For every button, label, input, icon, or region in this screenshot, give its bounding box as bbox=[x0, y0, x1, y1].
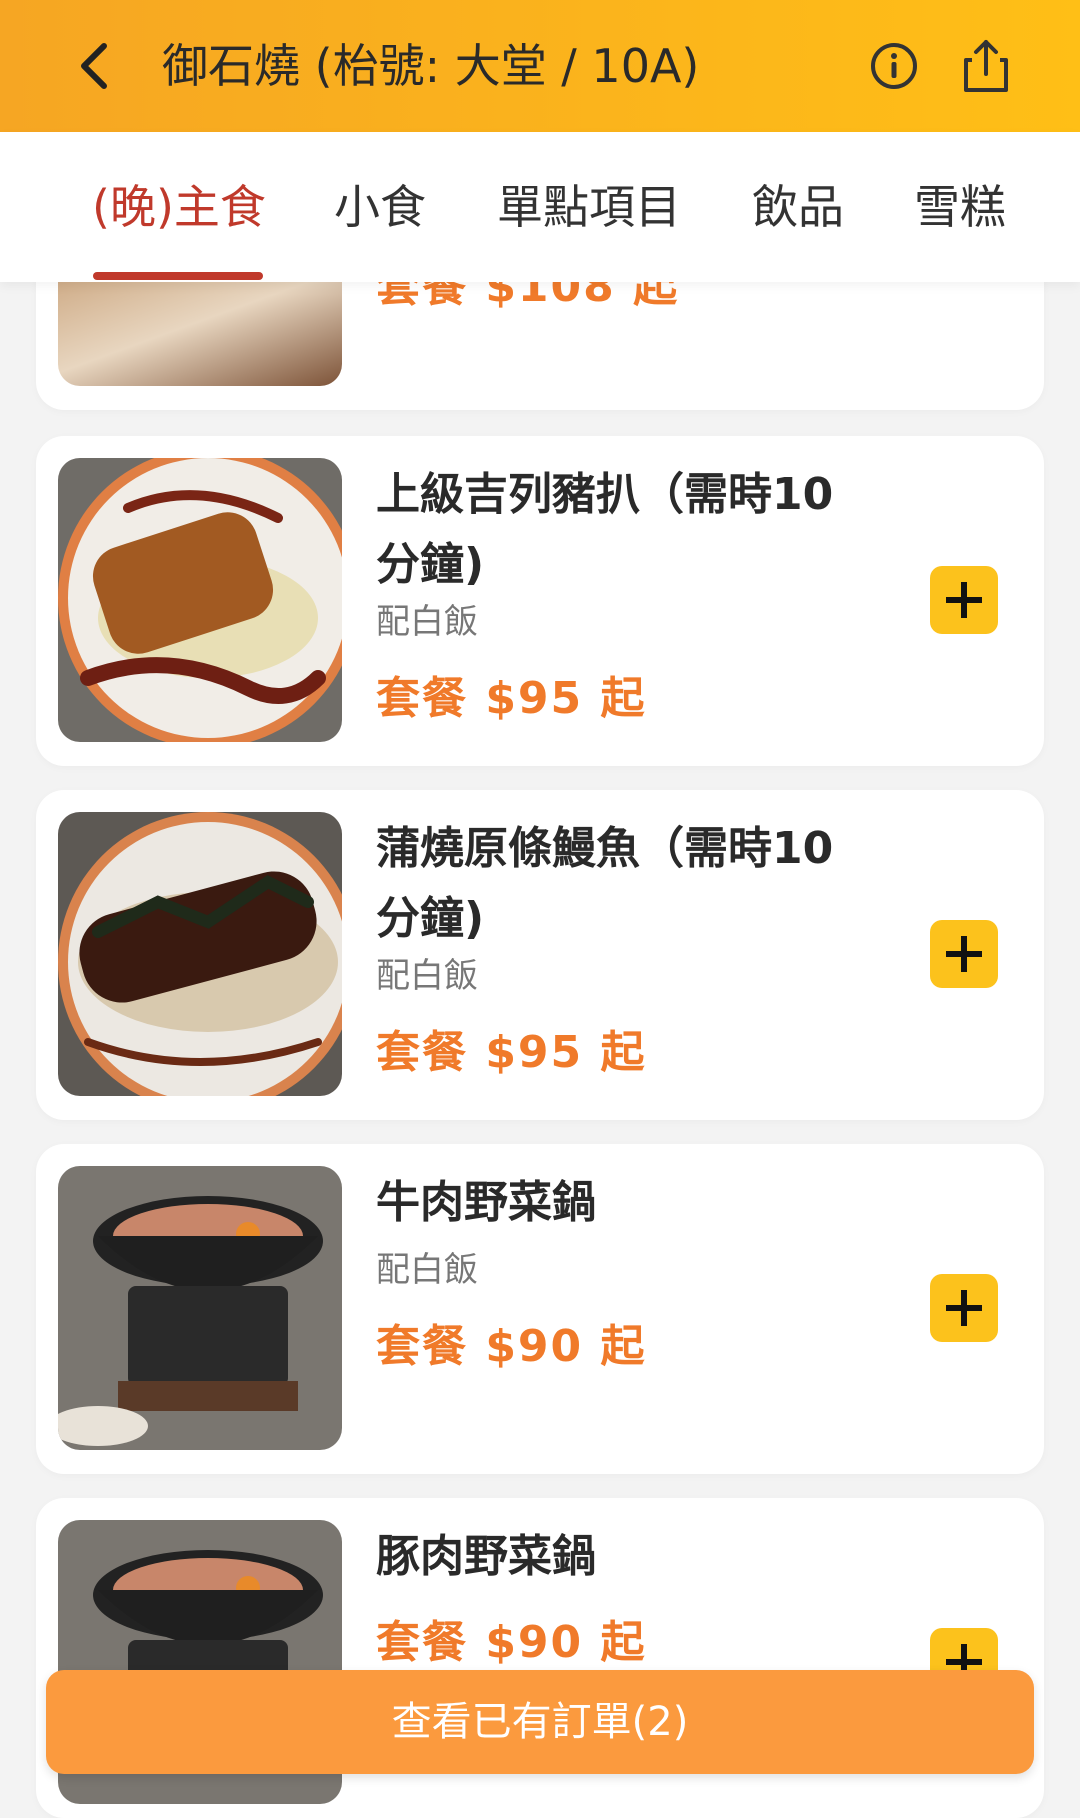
active-tab-indicator bbox=[93, 272, 263, 280]
item-description: 配白飯 bbox=[376, 956, 478, 996]
item-description: 配白飯 bbox=[376, 602, 478, 642]
page-title: 御石燒 (枱號: 大堂 / 10A) bbox=[162, 39, 700, 93]
info-icon bbox=[871, 43, 917, 89]
add-item-button[interactable] bbox=[930, 1274, 998, 1342]
top-bar: 御石燒 (枱號: 大堂 / 10A) bbox=[0, 0, 1080, 132]
item-name: 豚肉野菜鍋 bbox=[376, 1531, 596, 1582]
category-tabs: (晚)主食 小食 單點項目 飲品 雪糕 bbox=[0, 132, 1080, 282]
item-price: 套餐 $95 起 bbox=[376, 673, 647, 724]
tab-dinner-main[interactable]: (晚)主食 bbox=[92, 172, 266, 242]
item-price: 套餐 $90 起 bbox=[376, 1321, 647, 1372]
menu-item-card[interactable]: 上級吉列豬扒（需時10分鐘) 配白飯 套餐 $95 起 bbox=[36, 436, 1044, 766]
plus-icon bbox=[946, 1290, 982, 1326]
add-item-button[interactable] bbox=[930, 566, 998, 634]
food-photo bbox=[58, 812, 342, 1096]
item-name: 牛肉野菜鍋 bbox=[376, 1177, 596, 1228]
food-photo bbox=[58, 1166, 342, 1450]
plus-icon bbox=[946, 936, 982, 972]
menu-item-card[interactable]: 牛肉野菜鍋 配白飯 套餐 $90 起 bbox=[36, 1144, 1044, 1474]
item-price: 套餐 $95 起 bbox=[376, 1027, 647, 1078]
item-description: 配白飯 bbox=[376, 1250, 478, 1290]
food-photo bbox=[58, 458, 342, 742]
tab-ice-cream[interactable]: 雪糕 bbox=[910, 172, 1010, 242]
plus-icon bbox=[946, 582, 982, 618]
tab-snacks[interactable]: 小食 bbox=[330, 172, 430, 242]
view-orders-button[interactable]: 查看已有訂單(2) bbox=[46, 1670, 1034, 1774]
menu-item-card[interactable]: 蒲燒原條鰻魚（需時10分鐘) 配白飯 套餐 $95 起 bbox=[36, 790, 1044, 1120]
item-name: 蒲燒原條鰻魚（需時10分鐘) bbox=[376, 823, 834, 944]
tab-a-la-carte[interactable]: 單點項目 bbox=[494, 172, 684, 242]
item-price: 套餐 $90 起 bbox=[376, 1617, 647, 1668]
share-icon bbox=[964, 40, 1008, 92]
item-name: 上級吉列豬扒（需時10分鐘) bbox=[376, 469, 834, 590]
chevron-left-icon bbox=[81, 43, 107, 89]
view-orders-label: 查看已有訂單(2) bbox=[391, 1699, 689, 1745]
add-item-button[interactable] bbox=[930, 920, 998, 988]
info-button[interactable] bbox=[868, 40, 920, 92]
share-button[interactable] bbox=[958, 36, 1014, 96]
back-button[interactable] bbox=[68, 36, 128, 96]
tab-drinks[interactable]: 飲品 bbox=[748, 172, 848, 242]
